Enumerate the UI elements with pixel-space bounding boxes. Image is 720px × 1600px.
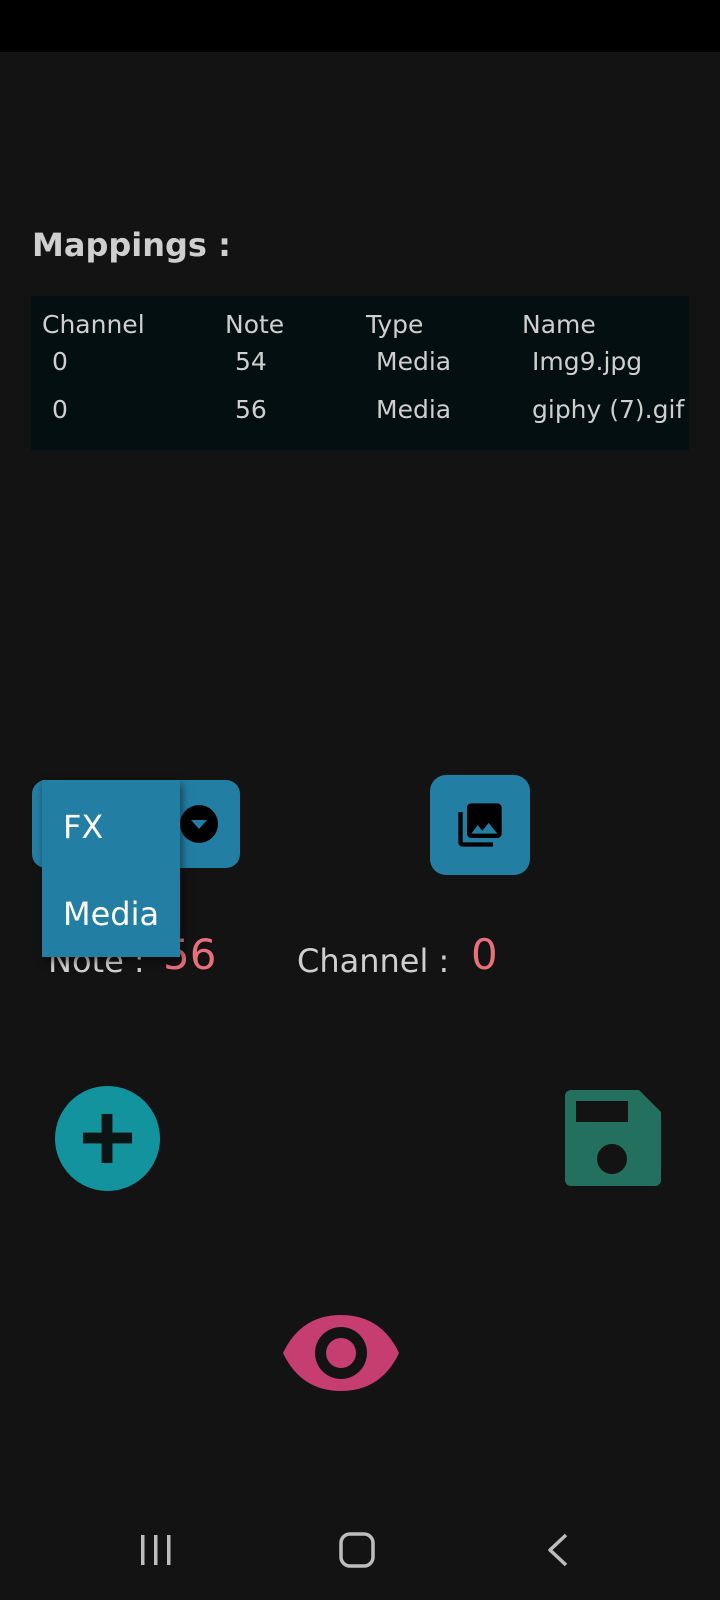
- table-row-cell-note[interactable]: 54: [235, 347, 267, 376]
- channel-label: Channel :: [297, 942, 450, 980]
- table-row-cell-name[interactable]: giphy (7).gif: [532, 395, 684, 424]
- back-icon[interactable]: [546, 1533, 572, 1567]
- channel-value: 0: [471, 930, 498, 979]
- home-icon[interactable]: [338, 1531, 376, 1569]
- table-row-cell-name[interactable]: Img9.jpg: [532, 347, 642, 376]
- status-bar: [0, 0, 720, 52]
- column-header-type: Type: [366, 310, 424, 339]
- save-icon[interactable]: [565, 1090, 661, 1186]
- table-row-cell-channel[interactable]: 0: [52, 395, 68, 424]
- gallery-button[interactable]: [430, 775, 530, 875]
- table-row-cell-type[interactable]: Media: [376, 347, 451, 376]
- add-icon: [82, 1113, 133, 1164]
- dropdown-option-media[interactable]: Media: [63, 895, 159, 933]
- dropdown-arrow-icon[interactable]: [180, 805, 218, 843]
- recents-icon[interactable]: [139, 1533, 173, 1567]
- photo-library-icon: [458, 803, 502, 847]
- dropdown-option-fx[interactable]: FX: [63, 808, 103, 846]
- mappings-table: Channel Note Type Name 0 54 Media Img9.j…: [31, 296, 689, 450]
- column-header-channel: Channel: [42, 310, 145, 339]
- table-row-cell-type[interactable]: Media: [376, 395, 451, 424]
- type-dropdown-menu: FX Media: [42, 780, 180, 957]
- app-screen: Mappings : Channel Note Type Name 0 54 M…: [0, 0, 720, 1600]
- column-header-note: Note: [225, 310, 285, 339]
- eye-icon[interactable]: [283, 1313, 399, 1393]
- add-mapping-button[interactable]: [55, 1086, 160, 1191]
- table-row-cell-note[interactable]: 56: [235, 395, 267, 424]
- mappings-title: Mappings :: [32, 226, 231, 264]
- column-header-name: Name: [522, 310, 596, 339]
- table-row-cell-channel[interactable]: 0: [52, 347, 68, 376]
